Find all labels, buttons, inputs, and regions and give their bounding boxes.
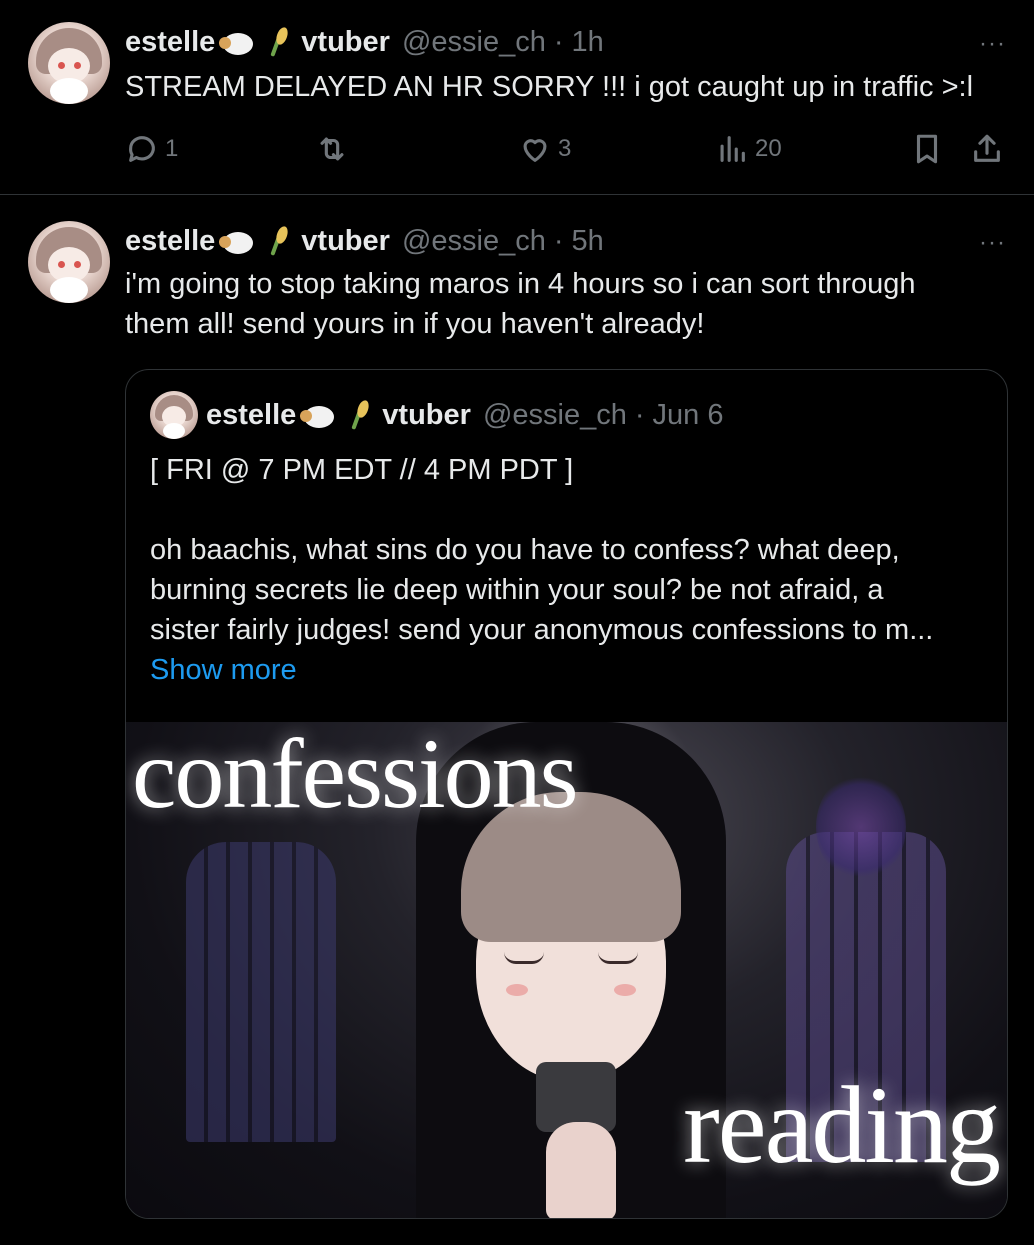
avatar-eye: [74, 62, 81, 69]
avatar-sheep: [50, 78, 88, 104]
avatar-sheep: [50, 277, 88, 303]
bookmark-button[interactable]: [910, 132, 944, 166]
quote-header: estelle vtuber @essie_ch · Jun 6: [150, 391, 724, 439]
praying-hands: [546, 1122, 616, 1218]
author-badge-word[interactable]: vtuber: [301, 225, 390, 258]
bookmark-icon: [916, 134, 938, 164]
separator: ·: [553, 25, 564, 58]
closed-eye: [504, 952, 544, 964]
like-count: 3: [558, 135, 572, 162]
retweet-icon: [320, 137, 344, 161]
sheep-emoji-icon: [300, 400, 340, 430]
tweet-text: STREAM DELAYED AN HR SORRY !!! i got cau…: [125, 71, 974, 103]
quote-text-line: oh baachis, what sins do you have to con…: [150, 534, 900, 566]
quote-text: [ FRI @ 7 PM EDT // 4 PM PDT ] oh baachi…: [150, 450, 983, 690]
sheep-emoji-icon: [219, 27, 259, 57]
stained-glass-window: [186, 842, 336, 1142]
sheep-emoji-icon: [219, 226, 259, 256]
avatar-eye: [58, 62, 65, 69]
rice-emoji-icon: [265, 224, 291, 256]
retweet-button[interactable]: [315, 132, 349, 166]
quote-author-handle[interactable]: @essie_ch: [483, 399, 627, 432]
tweet-text-line: i'm going to stop taking maros in 4 hour…: [125, 268, 916, 300]
author-name[interactable]: estelle: [125, 225, 215, 258]
timestamp[interactable]: 1h: [572, 26, 604, 59]
quote-text-line: burning secrets lie deep within your sou…: [150, 574, 884, 606]
author-handle[interactable]: @essie_ch: [402, 225, 546, 258]
blush: [614, 984, 636, 996]
quote-text-line: sister fairly judges! send your anonymou…: [150, 614, 934, 646]
separator: ·: [553, 224, 564, 257]
tweet[interactable]: estelle vtuber @essie_ch · 1h ··· STREAM…: [0, 0, 1034, 195]
quote-author-name[interactable]: estelle: [206, 399, 296, 432]
quote-text-line: [ FRI @ 7 PM EDT // 4 PM PDT ]: [150, 454, 574, 486]
quote-media-image[interactable]: confessions reading: [126, 722, 1007, 1218]
like-button[interactable]: 3: [518, 132, 571, 166]
quoted-tweet[interactable]: estelle vtuber @essie_ch · Jun 6 [ FRI @…: [125, 369, 1008, 1219]
views-icon: [720, 136, 745, 162]
quote-date[interactable]: Jun 6: [653, 399, 724, 432]
avatar-eye: [58, 261, 65, 268]
tweet-actions: 1 3 20: [125, 132, 1006, 172]
more-icon[interactable]: ···: [979, 30, 1006, 58]
timestamp[interactable]: 5h: [572, 225, 604, 258]
avatar[interactable]: [28, 221, 110, 303]
image-title-bottom: reading: [683, 1064, 1001, 1186]
author-badge-word[interactable]: vtuber: [301, 26, 390, 59]
reply-count: 1: [165, 135, 179, 162]
rice-emoji-icon: [346, 398, 372, 430]
tweet-header: estelle vtuber @essie_ch · 5h: [125, 221, 1006, 261]
image-title-top: confessions: [132, 722, 579, 829]
reply-icon: [129, 136, 155, 162]
heart-icon: [523, 139, 547, 162]
avatar[interactable]: [28, 22, 110, 104]
blush: [506, 984, 528, 996]
quote-text-blank-line: [150, 490, 983, 530]
quote-author-badge-word[interactable]: vtuber: [382, 399, 471, 432]
reply-button[interactable]: 1: [125, 132, 178, 166]
closed-eye: [598, 952, 638, 964]
more-icon[interactable]: ···: [979, 229, 1006, 257]
views-button[interactable]: 20: [715, 132, 782, 166]
quote-avatar[interactable]: [150, 391, 198, 439]
share-icon: [974, 134, 1000, 162]
tweet-text-line: them all! send yours in if you haven't a…: [125, 308, 705, 340]
avatar-eye: [74, 261, 81, 268]
separator: ·: [634, 398, 645, 431]
author-name[interactable]: estelle: [125, 26, 215, 59]
views-count: 20: [755, 135, 782, 162]
tweet[interactable]: estelle vtuber @essie_ch · 5h ··· i'm go…: [0, 196, 1034, 1245]
share-button[interactable]: [970, 132, 1004, 166]
tweet-text: i'm going to stop taking maros in 4 hour…: [125, 264, 1006, 344]
tweet-header: estelle vtuber @essie_ch · 1h: [125, 22, 1006, 62]
rose-window: [816, 772, 906, 882]
show-more-link[interactable]: Show more: [150, 650, 983, 690]
rice-emoji-icon: [265, 25, 291, 57]
author-handle[interactable]: @essie_ch: [402, 26, 546, 59]
